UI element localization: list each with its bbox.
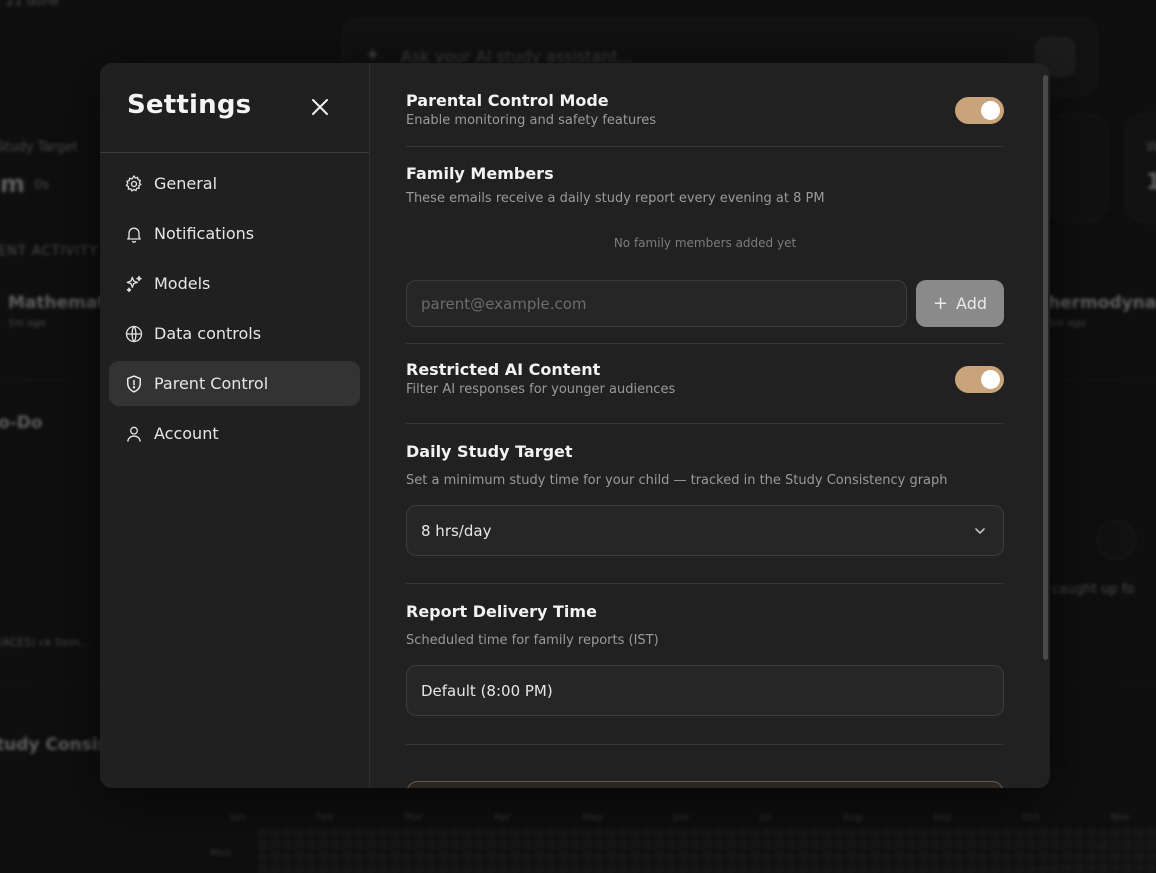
month-label: Feb	[316, 812, 334, 823]
sidebar-item-label: Notifications	[154, 224, 255, 243]
month-label: Sep	[932, 812, 952, 823]
study-target-title: Daily Study Target	[406, 442, 573, 461]
toggle-knob	[981, 101, 1000, 120]
family-section: Family Members These emails receive a da…	[406, 164, 1004, 206]
settings-modal: Settings General Notifications Models Da…	[100, 63, 1050, 788]
stat-card	[1046, 113, 1108, 223]
month-label: Oct	[1022, 812, 1040, 823]
bg-divider	[0, 380, 100, 381]
study-target-value: 8 hrs/day	[421, 521, 492, 540]
done-count: 21 done	[6, 0, 60, 9]
divider	[406, 744, 1004, 745]
parental-mode-section: Parental Control Mode Enable monitoring …	[406, 91, 1004, 128]
restricted-subtitle: Filter AI responses for younger audience…	[406, 382, 676, 397]
recent-activity-label: ENT ACTIVITY	[0, 244, 99, 259]
settings-title: Settings	[127, 90, 252, 120]
user-icon	[123, 423, 145, 445]
study-target-subtitle: Set a minimum study time for your child …	[406, 473, 948, 488]
close-icon	[312, 99, 328, 115]
divider	[406, 423, 1004, 424]
restricted-section: Restricted AI Content Filter AI response…	[406, 360, 1004, 397]
caught-up-text: caught up fo	[1052, 582, 1135, 597]
settings-nav: General Notifications Models Data contro…	[100, 153, 369, 456]
activity-right-sub: 1m ago	[1048, 318, 1086, 329]
close-button[interactable]	[308, 95, 332, 119]
report-time-value: Default (8:00 PM)	[421, 681, 553, 700]
save-settings-button[interactable]	[406, 781, 1004, 788]
settings-sidebar: Settings General Notifications Models Da…	[100, 63, 370, 788]
study-target-section: Daily Study Target Set a minimum study t…	[406, 442, 1004, 488]
sidebar-item-label: General	[154, 174, 218, 193]
month-label: Jul	[759, 812, 772, 823]
family-empty-state: No family members added yet	[613, 236, 797, 250]
family-email-input[interactable]	[406, 280, 907, 327]
parental-mode-toggle[interactable]	[955, 97, 1004, 124]
parent-control-panel: Parental Control Mode Enable monitoring …	[370, 63, 1050, 788]
right-stat-value: 1	[1146, 170, 1156, 195]
month-label: Jun	[673, 812, 690, 823]
sidebar-item-general[interactable]: General	[109, 161, 360, 206]
report-time-section: Report Delivery Time Scheduled time for …	[406, 602, 1004, 648]
restricted-title: Restricted AI Content	[406, 360, 601, 379]
sidebar-item-label: Parent Control	[154, 374, 269, 393]
divider	[406, 343, 1004, 344]
parental-mode-title: Parental Control Mode	[406, 91, 609, 110]
month-label: Nov	[1110, 812, 1130, 823]
restricted-content-toggle[interactable]	[955, 366, 1004, 393]
divider	[406, 146, 1004, 147]
study-target-value: m	[0, 170, 26, 198]
bg-divider	[0, 685, 100, 686]
bg-divider	[1050, 380, 1156, 381]
plus-icon: +	[932, 293, 949, 314]
gear-icon	[123, 173, 145, 195]
shield-alert-icon	[123, 373, 145, 395]
divider	[406, 583, 1004, 584]
month-label: May	[582, 812, 603, 823]
parental-mode-subtitle: Enable monitoring and safety features	[406, 113, 657, 128]
toggle-knob	[981, 370, 1000, 389]
add-family-member-button[interactable]: + Add	[916, 280, 1004, 327]
study-target-select[interactable]: 8 hrs/day	[406, 505, 1004, 556]
stat-card	[1126, 113, 1156, 223]
activity-right: hermodynam	[1048, 293, 1156, 313]
add-button-label: Add	[956, 294, 988, 313]
report-time-field[interactable]: Default (8:00 PM)	[406, 665, 1004, 716]
sidebar-header: Settings	[100, 63, 369, 153]
sidebar-item-account[interactable]: Account	[109, 411, 360, 456]
family-title: Family Members	[406, 164, 554, 183]
chevron-down-icon	[975, 528, 985, 534]
sidebar-item-models[interactable]: Models	[109, 261, 360, 306]
sidebar-item-data-controls[interactable]: Data controls	[109, 311, 360, 356]
sidebar-item-parent-control[interactable]: Parent Control	[109, 361, 360, 406]
sparkles-icon	[123, 273, 145, 295]
weekday-label: Mon	[210, 848, 232, 859]
sidebar-item-label: Data controls	[154, 324, 262, 343]
month-label: Apr	[494, 812, 512, 823]
scrollbar-thumb[interactable]	[1043, 75, 1048, 660]
globe-icon	[123, 323, 145, 345]
activity-left-sub: 1m ago	[8, 318, 46, 329]
consistency-heatmap	[256, 826, 1156, 873]
study-target-label: Study Target	[0, 140, 78, 155]
bell-icon	[123, 223, 145, 245]
todo-label: o-Do	[0, 413, 43, 433]
sidebar-item-label: Account	[154, 424, 219, 443]
report-time-subtitle: Scheduled time for family reports (IST)	[406, 633, 659, 648]
study-target-unit: 0s	[34, 178, 50, 193]
report-time-title: Report Delivery Time	[406, 602, 597, 621]
consistency-label: tudy Consis	[0, 735, 108, 755]
heatmap-months: Jan Feb Mar Apr May Jun Jul Aug Sep Oct …	[230, 812, 1130, 823]
sidebar-item-notifications[interactable]: Notifications	[109, 211, 360, 256]
brush-icon	[1096, 520, 1136, 560]
bg-divider	[1050, 685, 1156, 686]
month-label: Mar	[404, 812, 424, 823]
month-label: Jan	[230, 812, 246, 823]
items-hint: (ACES) ck item...	[0, 636, 91, 649]
activity-left: Mathemati	[8, 293, 112, 313]
sidebar-item-label: Models	[154, 274, 211, 293]
month-label: Aug	[842, 812, 863, 823]
right-stat-label: W	[1146, 140, 1156, 155]
family-subtitle: These emails receive a daily study repor…	[406, 191, 825, 206]
